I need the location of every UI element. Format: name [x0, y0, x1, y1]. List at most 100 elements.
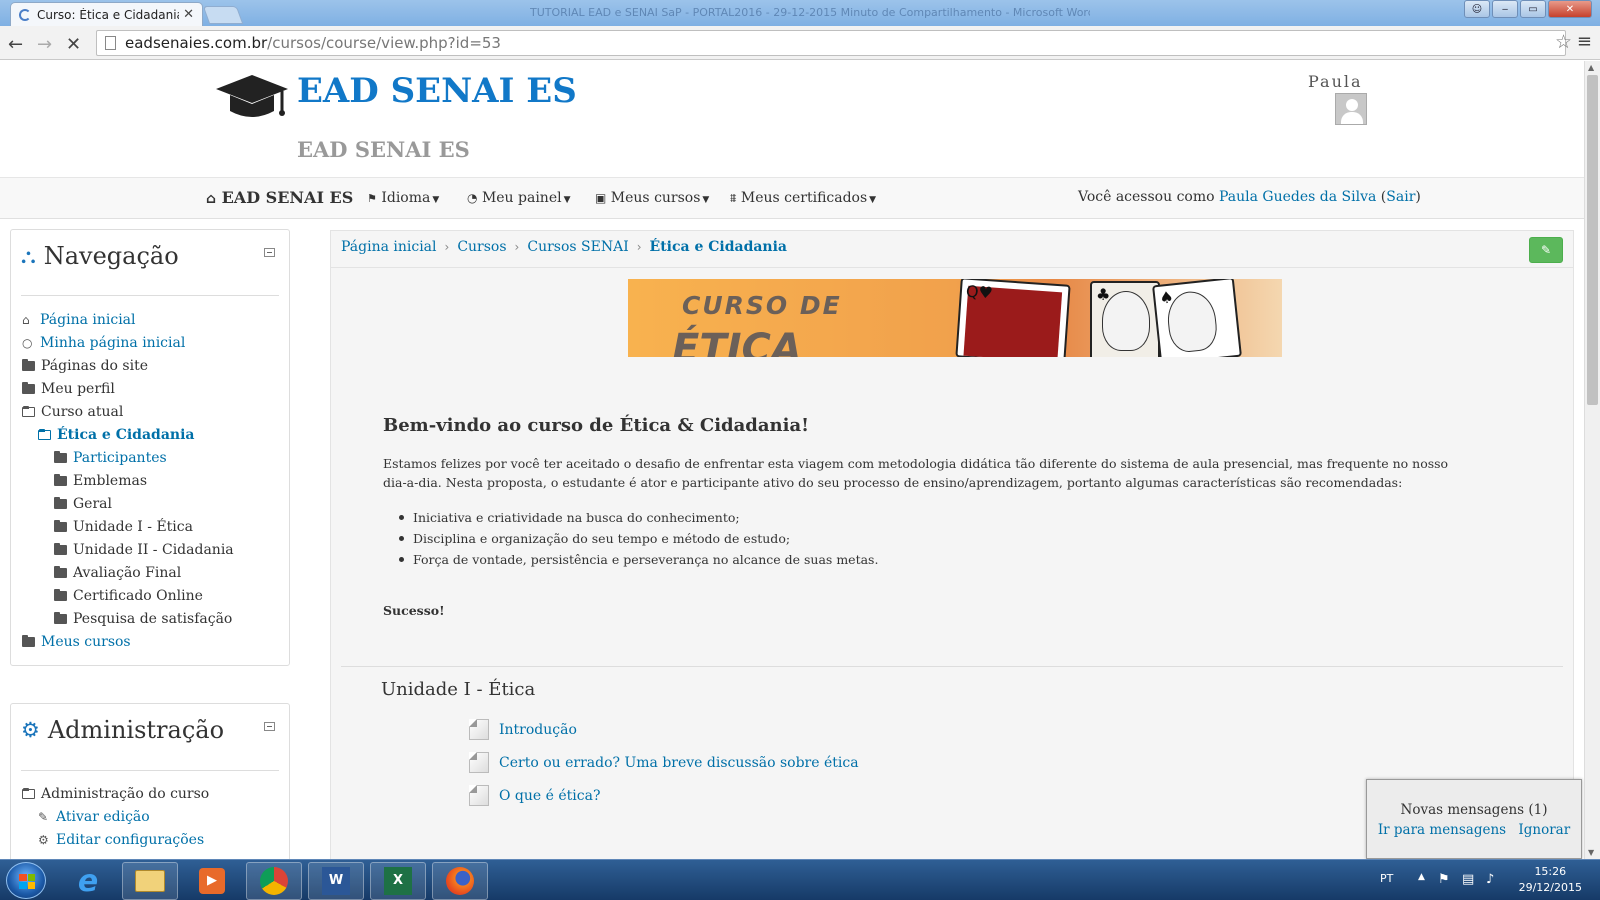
- nav-item-etica-cidadania[interactable]: Ética e Cidadania: [38, 427, 194, 443]
- back-arrow-icon[interactable]: ←: [8, 34, 23, 55]
- user-profile-link[interactable]: Paula Guedes da Silva: [1219, 189, 1376, 205]
- nav-item-pagina-inicial[interactable]: ⌂ Página inicial: [22, 312, 136, 328]
- folder-icon: [54, 497, 67, 509]
- nav-meus-certificados[interactable]: ⩩ Meus certificados ▼: [730, 190, 876, 206]
- admin-item-curso[interactable]: Administração do curso: [22, 786, 209, 802]
- new-messages-popup: Novas mensagens (1) Ir para mensagens Ig…: [1366, 779, 1582, 859]
- section-title: Unidade I - Ética: [381, 679, 536, 700]
- nav-item-pesquisa[interactable]: Pesquisa de satisfação: [54, 611, 232, 627]
- circle-icon: ○: [22, 336, 33, 350]
- page-scrollbar[interactable]: ▲ ▼: [1584, 61, 1600, 859]
- volume-icon[interactable]: ♪: [1486, 872, 1494, 887]
- collapse-icon[interactable]: [264, 248, 275, 257]
- address-bar[interactable]: eadsenaies.com.br/cursos/course/view.php…: [96, 30, 1566, 56]
- navbar-brand[interactable]: ⌂ EAD SENAI ES: [206, 188, 353, 207]
- nav-item-unidade-1[interactable]: Unidade I - Ética: [54, 519, 193, 535]
- main-navbar: ⌂ EAD SENAI ES ⚑ Idioma ▼ ◔ Meu painel ▼ ▣…: [0, 177, 1584, 219]
- nav-item-paginas-site[interactable]: Páginas do site: [22, 358, 148, 374]
- briefcase-icon: ▣: [595, 191, 607, 205]
- browser-menu-icon[interactable]: ≡: [1577, 31, 1592, 52]
- show-hidden-icons-icon[interactable]: ▲: [1418, 872, 1425, 882]
- user-profile-icon[interactable]: ☺: [1464, 0, 1490, 18]
- course-banner-image: CURSO DE ÉTICA Q♥ ♣ ♠: [628, 279, 1282, 357]
- language-indicator[interactable]: PT: [1380, 872, 1393, 885]
- start-button[interactable]: [6, 862, 46, 899]
- user-short-name[interactable]: Paula: [1308, 72, 1363, 91]
- gear-icon: ⚙: [38, 833, 49, 847]
- system-clock[interactable]: 15:26 29/12/2015: [1519, 864, 1582, 896]
- breadcrumb-home[interactable]: Página inicial: [341, 239, 437, 255]
- activity-introducao[interactable]: Introdução: [469, 719, 577, 740]
- intro-paragraph: Estamos felizes por você ter aceitado o …: [383, 456, 1449, 490]
- gears-icon: ⚙: [21, 718, 40, 742]
- nav-item-certificado[interactable]: Certificado Online: [54, 588, 203, 604]
- new-tab-button[interactable]: [202, 6, 244, 24]
- nav-item-avaliacao-final[interactable]: Avaliação Final: [54, 565, 181, 581]
- edit-page-button[interactable]: ✎: [1529, 237, 1563, 263]
- ignore-link[interactable]: Ignorar: [1518, 822, 1570, 838]
- excel-icon[interactable]: X: [370, 862, 426, 900]
- nav-idioma[interactable]: ⚑ Idioma ▼: [367, 190, 439, 206]
- word-icon[interactable]: W: [308, 862, 364, 900]
- avatar[interactable]: [1335, 93, 1367, 125]
- breadcrumb-cursos-senai[interactable]: Cursos SENAI: [527, 239, 628, 255]
- browser-toolbar: ← → ✕ eadsenaies.com.br/cursos/course/vi…: [0, 26, 1600, 60]
- nav-item-minha-pagina[interactable]: ○ Minha página inicial: [22, 335, 185, 351]
- scroll-down-icon[interactable]: ▼: [1588, 848, 1594, 857]
- breadcrumb-cursos[interactable]: Cursos: [457, 239, 506, 255]
- network-icon[interactable]: ▤: [1462, 872, 1474, 887]
- firefox-icon[interactable]: [432, 862, 488, 900]
- maximize-button[interactable]: ▭: [1520, 0, 1546, 18]
- home-icon: ⌂: [22, 313, 30, 327]
- nav-item-label: Unidade II - Cidadania: [73, 542, 234, 558]
- activity-label: Introdução: [499, 721, 577, 738]
- scrollbar-thumb[interactable]: [1587, 75, 1598, 405]
- internet-explorer-icon[interactable]: e: [60, 862, 116, 900]
- page-icon: [469, 752, 489, 773]
- nav-item-participantes[interactable]: Participantes: [54, 450, 167, 466]
- browser-tab-active[interactable]: Curso: Ética e Cidadania ✕: [10, 2, 203, 26]
- graduation-cap-icon[interactable]: [214, 73, 290, 123]
- nav-meus-cursos[interactable]: ▣ Meus cursos ▼: [595, 190, 709, 206]
- nav-item-meus-cursos[interactable]: Meus cursos: [22, 634, 131, 650]
- nav-item-unidade-2[interactable]: Unidade II - Cidadania: [54, 542, 234, 558]
- nav-meu-painel[interactable]: ◔ Meu painel ▼: [467, 190, 571, 206]
- forward-arrow-icon[interactable]: →: [37, 34, 52, 55]
- chrome-icon[interactable]: [246, 862, 302, 900]
- nav-item-meu-perfil[interactable]: Meu perfil: [22, 381, 115, 397]
- list-item: Disciplina e organização do seu tempo e …: [383, 528, 878, 549]
- scroll-up-icon[interactable]: ▲: [1588, 63, 1594, 72]
- page-icon: [469, 785, 489, 806]
- breadcrumb-current[interactable]: Ética e Cidadania: [650, 239, 787, 255]
- nav-item-label: Meus cursos: [41, 634, 131, 650]
- activity-certo-errado[interactable]: Certo ou errado? Uma breve discussão sob…: [469, 752, 859, 773]
- banner-line-2: ÉTICA: [672, 326, 802, 357]
- action-center-flag-icon[interactable]: ⚑: [1438, 872, 1450, 887]
- nav-item-curso-atual[interactable]: Curso atual: [22, 404, 123, 420]
- browser-titlebar: Curso: Ética e Cidadania ✕ TUTORIAL EAD …: [0, 0, 1600, 26]
- nav-item-label: Páginas do site: [41, 358, 148, 374]
- stop-loading-icon[interactable]: ✕: [66, 34, 81, 55]
- recommendations-list: Iniciativa e criatividade na busca do co…: [383, 507, 878, 570]
- nav-item-emblemas[interactable]: Emblemas: [54, 473, 147, 489]
- site-logo-text[interactable]: EAD SENAI ES: [297, 71, 577, 111]
- logged-in-prefix: Você acessou como: [1078, 189, 1215, 205]
- admin-item-editar-config[interactable]: ⚙ Editar configurações: [38, 832, 204, 848]
- activity-o-que-e-etica[interactable]: O que é ética?: [469, 785, 600, 806]
- go-to-messages-link[interactable]: Ir para mensagens: [1378, 822, 1506, 838]
- collapse-icon[interactable]: [264, 722, 275, 731]
- logout-link[interactable]: Sair: [1386, 189, 1415, 205]
- url-host: eadsenaies.com.br: [125, 34, 268, 52]
- loading-spinner-icon: [19, 8, 31, 21]
- minimize-button[interactable]: ‒: [1492, 0, 1518, 18]
- media-player-icon[interactable]: ▶: [184, 862, 240, 900]
- nav-meus-certificados-label: Meus certificados: [740, 190, 868, 206]
- page-icon: [469, 719, 489, 740]
- nav-item-geral[interactable]: Geral: [54, 496, 112, 512]
- file-explorer-icon[interactable]: [122, 862, 178, 900]
- tab-close-icon[interactable]: ✕: [183, 7, 194, 22]
- close-window-button[interactable]: ✕: [1548, 0, 1592, 18]
- admin-item-ativar-edicao[interactable]: ✎ Ativar edição: [38, 809, 150, 825]
- activity-label: Certo ou errado? Uma breve discussão sob…: [499, 754, 859, 771]
- bookmark-star-icon[interactable]: ☆: [1555, 31, 1572, 53]
